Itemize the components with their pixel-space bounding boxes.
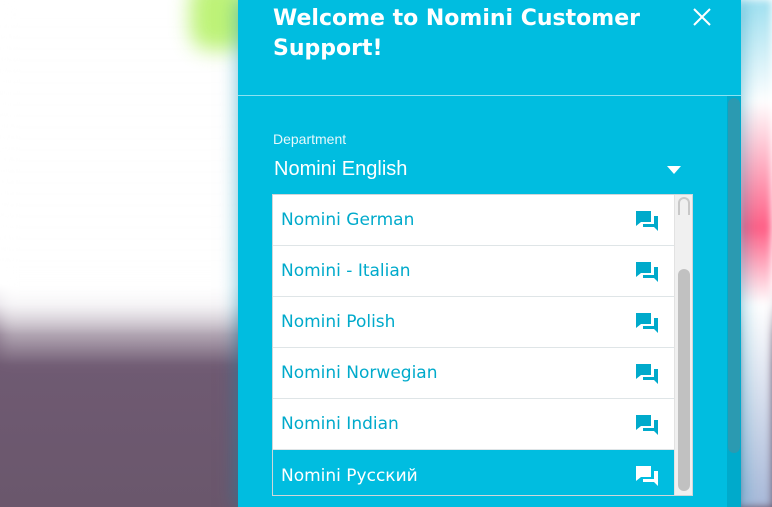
dropdown-scrollbar[interactable]	[674, 195, 692, 495]
chat-icon	[636, 313, 658, 333]
chat-widget-panel: Welcome to Nomini Customer Support! Depa…	[238, 0, 741, 507]
department-label: Department	[273, 131, 347, 147]
option-label: Nomini Norwegian	[281, 363, 438, 383]
option-label: Nomini - Italian	[281, 261, 411, 281]
chat-icon	[636, 415, 658, 435]
chat-widget-header: Welcome to Nomini Customer Support!	[238, 0, 741, 96]
option-label: Nomini Polish	[281, 312, 396, 332]
chat-icon	[636, 262, 658, 282]
close-button[interactable]	[691, 6, 713, 28]
chat-icon	[636, 364, 658, 384]
option-label: Nomini Indian	[281, 414, 399, 434]
department-option-italian[interactable]: Nomini - Italian	[273, 246, 676, 297]
department-option-norwegian[interactable]: Nomini Norwegian	[273, 348, 676, 399]
chat-icon	[636, 211, 658, 231]
department-option-polish[interactable]: Nomini Polish	[273, 297, 676, 348]
option-label: Nomini Русский	[281, 465, 418, 486]
widget-title: Welcome to Nomini Customer Support!	[273, 6, 640, 61]
chat-icon	[636, 466, 658, 486]
chat-widget-body: Department Nomini English	[238, 96, 741, 186]
department-dropdown-list: Nomini German Nomini - Italian Nomini Po…	[272, 194, 693, 496]
caret-down-icon	[667, 166, 681, 174]
option-label: Nomini German	[281, 210, 415, 230]
host-page-edge	[738, 0, 772, 507]
dropdown-scrollbar-track-top	[678, 197, 690, 215]
department-option-german[interactable]: Nomini German	[273, 195, 676, 246]
department-selected-value: Nomini English	[274, 158, 408, 180]
dropdown-scrollbar-thumb[interactable]	[678, 269, 690, 491]
department-option-russian[interactable]: Nomini Русский	[273, 450, 676, 495]
close-icon	[693, 8, 711, 26]
department-option-indian[interactable]: Nomini Indian	[273, 399, 676, 450]
panel-scrollbar-thumb[interactable]	[728, 98, 740, 453]
department-select[interactable]: Nomini English	[273, 154, 693, 186]
host-page-blur	[0, 0, 240, 507]
panel-scrollbar[interactable]	[727, 96, 741, 507]
